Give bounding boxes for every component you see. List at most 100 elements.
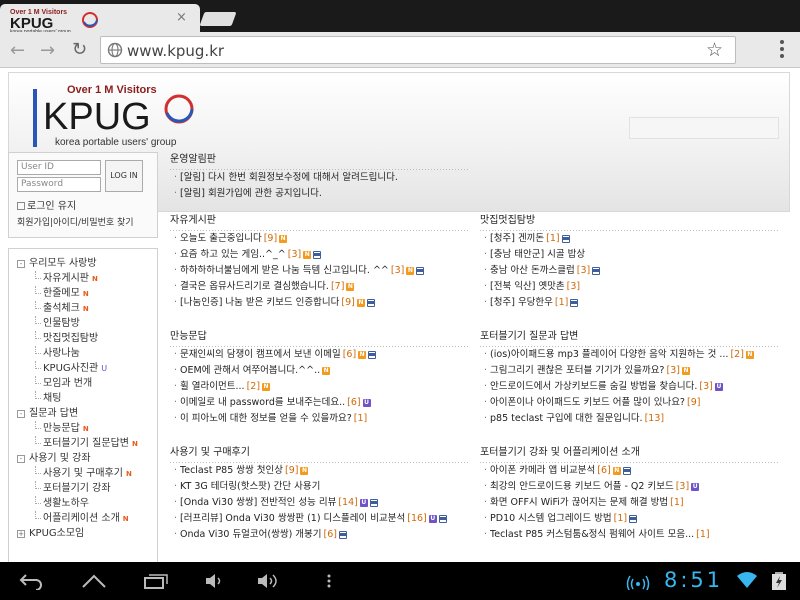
post-item[interactable]: · KT 3G 테더링(핫스팟) 간단 사용기 <box>170 479 470 495</box>
post-item[interactable]: · [청주] 겐끼돈 [1] <box>480 231 780 247</box>
post-title[interactable]: KT 3G 테더링(핫스팟) 간단 사용기 <box>180 481 320 492</box>
sidebar-item-label[interactable]: 질문과 답변 <box>29 408 78 419</box>
post-item[interactable]: · 이메일로 내 password를 보내주는데요.. [6] U <box>170 395 470 411</box>
sidebar-item[interactable]: 포터블기기 질문답변 N <box>9 436 157 451</box>
reload-icon[interactable]: ↻ <box>72 39 87 60</box>
post-title[interactable]: 이메일로 내 password를 보내주는데요.. <box>180 397 345 408</box>
post-title[interactable]: [러프리뷰] Onda Vi30 쌍쌍판 (1) 디스플레이 비교분석 <box>180 513 405 524</box>
post-item[interactable]: · 휠 열라이먼트... [2] N <box>170 379 470 395</box>
post-item[interactable]: · 문재인씨의 담쟁이 캠프에서 보낸 이메일 [6] N <box>170 347 470 363</box>
post-title[interactable]: [나눔인증] 나눔 받은 키보드 인증합니다 <box>180 297 339 308</box>
collapse-icon[interactable]: - <box>17 455 25 463</box>
post-title[interactable]: Teclast P85 커스텀툼&정식 펌웨어 사이트 모음... <box>490 529 694 540</box>
overflow-menu-icon[interactable] <box>774 40 790 60</box>
sidebar-item[interactable]: 출석체크 N <box>9 301 157 316</box>
section-title[interactable]: 운영알림판 <box>170 152 470 170</box>
header-search-box[interactable] <box>629 117 779 139</box>
expand-icon[interactable]: + <box>17 530 25 538</box>
sidebar-item[interactable]: 모임과 번개 <box>9 376 157 391</box>
post-item[interactable]: · 오늘도 출근중입니다 [9] N <box>170 231 470 247</box>
sidebar-item[interactable]: 채팅 <box>9 391 157 406</box>
volume-up-icon[interactable] <box>256 572 282 590</box>
new-tab-button[interactable] <box>199 12 237 26</box>
sidebar-item-label[interactable]: 포터블기기 강좌 <box>43 483 111 494</box>
post-title[interactable]: [청주] 우당한우 <box>490 297 553 308</box>
post-item[interactable]: · OEM에 관해서 여쭈어봅니다.^^.. N <box>170 363 470 379</box>
post-item[interactable]: · Teclast P85 커스텀툼&정식 펌웨어 사이트 모음... [1] <box>480 527 780 543</box>
post-item[interactable]: · 아이폰 카메라 앱 비교분석 [6] N <box>480 463 780 479</box>
sidebar-item-label[interactable]: 자유게시판 <box>43 273 89 284</box>
sidebar-item[interactable]: 인물탐방 <box>9 316 157 331</box>
browser-tab-active[interactable]: Over 1 M Visitors KPUG korea portable us… <box>0 4 200 34</box>
sidebar-item-label[interactable]: 만능문답 <box>43 423 80 434</box>
post-item[interactable]: · 이 피아노에 대한 정보를 얻을 수 있을까요? [1] <box>170 411 470 427</box>
post-item[interactable]: · [나눔인증] 나눔 받은 키보드 인증합니다 [9] N <box>170 295 470 311</box>
sidebar-item[interactable]: + KPUG소모임 <box>9 526 157 541</box>
section-title[interactable]: 포터블기기 강좌 및 어플리케이션 소개 <box>480 445 780 463</box>
sidebar-item-label[interactable]: 채팅 <box>43 393 61 404</box>
sidebar-item-label[interactable]: 맛집멋집탐방 <box>43 333 98 344</box>
post-title[interactable]: 휠 열라이먼트... <box>180 381 245 392</box>
sidebar-item[interactable]: 한줄메모 N <box>9 286 157 301</box>
signup-link[interactable]: 회원가입 <box>17 218 50 228</box>
section-title[interactable]: 사용기 및 구매후기 <box>170 445 470 463</box>
sidebar-item[interactable]: 맛집멋집탐방 <box>9 331 157 346</box>
post-item[interactable]: · [전북 익산] 옛맛촌 [3] <box>480 279 780 295</box>
post-title[interactable]: 화면 OFF시 WiFi가 끊어지는 문제 해결 방법 <box>490 497 668 508</box>
post-item[interactable]: · [청주] 우당한우 [1] <box>480 295 780 311</box>
forward-arrow-icon[interactable]: → <box>40 40 55 61</box>
post-item[interactable]: · 충남 아산 돈까스클럽 [3] <box>480 263 780 279</box>
sidebar-item[interactable]: - 우리모두 사랑방 <box>9 256 157 271</box>
sidebar-item-label[interactable]: 출석체크 <box>43 303 80 314</box>
back-arrow-icon[interactable]: ← <box>10 40 25 61</box>
sidebar-item[interactable]: 생활노하우 <box>9 496 157 511</box>
post-item[interactable]: · 결국은 옵뮤사드리기로 결심했습니다. [7] N <box>170 279 470 295</box>
recent-apps-icon[interactable] <box>142 572 170 590</box>
post-title[interactable]: PD10 시스템 업그레이드 방법 <box>490 513 612 524</box>
post-title[interactable]: [Onda Vi30 쌍쌍] 전반적인 성능 리뷰 <box>180 497 336 508</box>
back-icon[interactable] <box>18 572 44 590</box>
post-title[interactable]: [알림] 다시 한번 회원정보수정에 대해서 알려드립니다. <box>180 172 398 183</box>
sidebar-item-label[interactable]: 사용기 및 강좌 <box>29 453 91 464</box>
sidebar-item-label[interactable]: 어플리케이션 소개 <box>43 513 120 524</box>
volume-down-icon[interactable] <box>204 572 226 590</box>
section-title[interactable]: 포터블기기 질문과 답변 <box>480 329 780 347</box>
sidebar-item-label[interactable]: 한줄메모 <box>43 288 80 299</box>
post-item[interactable]: · Teclast P85 쌍쌍 첫인상 [9] N <box>170 463 470 479</box>
post-item[interactable]: · 안드로이드에서 가상키보드를 숨길 방법을 찾습니다. [3] U <box>480 379 780 395</box>
post-title[interactable]: 결국은 옵뮤사드리기로 결심했습니다. <box>180 281 329 292</box>
keep-login-checkbox[interactable]: 로그인 유지 <box>17 197 76 212</box>
post-title[interactable]: Onda Vi30 듀얼코어(쌍쌍) 개봉기 <box>180 529 322 540</box>
post-item[interactable]: · [알림] 회원가입에 관한 공지입니다. <box>170 186 470 202</box>
sidebar-item-label[interactable]: KPUG소모임 <box>29 528 84 539</box>
post-item[interactable]: · 화면 OFF시 WiFi가 끊어지는 문제 해결 방법 [1] <box>480 495 780 511</box>
login-button[interactable]: LOG IN <box>105 160 143 192</box>
sidebar-item-label[interactable]: 사랑나눔 <box>43 348 80 359</box>
post-title[interactable]: 충남 아산 돈까스클럽 <box>490 265 575 276</box>
post-item[interactable]: · PD10 시스템 업그레이드 방법 [1] <box>480 511 780 527</box>
post-title[interactable]: [충남 태안군] 시골 밥상 <box>490 249 585 260</box>
url-text[interactable]: www.kpug.kr <box>127 42 224 60</box>
post-title[interactable]: 아이폰 카메라 앱 비교분석 <box>490 465 595 476</box>
bookmark-star-icon[interactable]: ☆ <box>706 39 723 61</box>
sidebar-item[interactable]: 포터블기기 강좌 <box>9 481 157 496</box>
post-item[interactable]: · [Onda Vi30 쌍쌍] 전반적인 성능 리뷰 [14] U <box>170 495 470 511</box>
post-item[interactable]: · p85 teclast 구입에 대한 질문입니다. [13] <box>480 411 780 427</box>
post-title[interactable]: OEM에 관해서 여쭈어봅니다.^^.. <box>180 365 320 376</box>
sidebar-item[interactable]: KPUG사진관 U <box>9 361 157 376</box>
post-title[interactable]: [전북 익산] 옛맛촌 <box>490 281 565 292</box>
post-item[interactable]: · 요즘 하고 있는 게임..^_^ [3] N <box>170 247 470 263</box>
post-title[interactable]: 오늘도 출근중입니다 <box>180 233 262 244</box>
post-title[interactable]: 요즘 하고 있는 게임..^_^ <box>180 249 286 260</box>
sidebar-item-label[interactable]: KPUG사진관 <box>43 363 98 374</box>
post-title[interactable]: 최강의 안드로이드용 키보드 어플 - Q2 키보드 <box>490 481 674 492</box>
sidebar-item-label[interactable]: 우리모두 사랑방 <box>29 258 97 269</box>
close-tab-icon[interactable]: × <box>176 11 187 25</box>
sidebar-item[interactable]: 사랑나눔 <box>9 346 157 361</box>
post-title[interactable]: 안드로이드에서 가상키보드를 숨길 방법을 찾습니다. <box>490 381 697 392</box>
home-icon[interactable] <box>80 572 108 590</box>
sidebar-item[interactable]: 사용기 및 구매후기 N <box>9 466 157 481</box>
menu-dots-icon[interactable] <box>326 572 332 590</box>
post-title[interactable]: [청주] 겐끼돈 <box>490 233 544 244</box>
post-title[interactable]: 그림그리기 괜찮은 포터블 기기가 있을까요? <box>490 365 664 376</box>
